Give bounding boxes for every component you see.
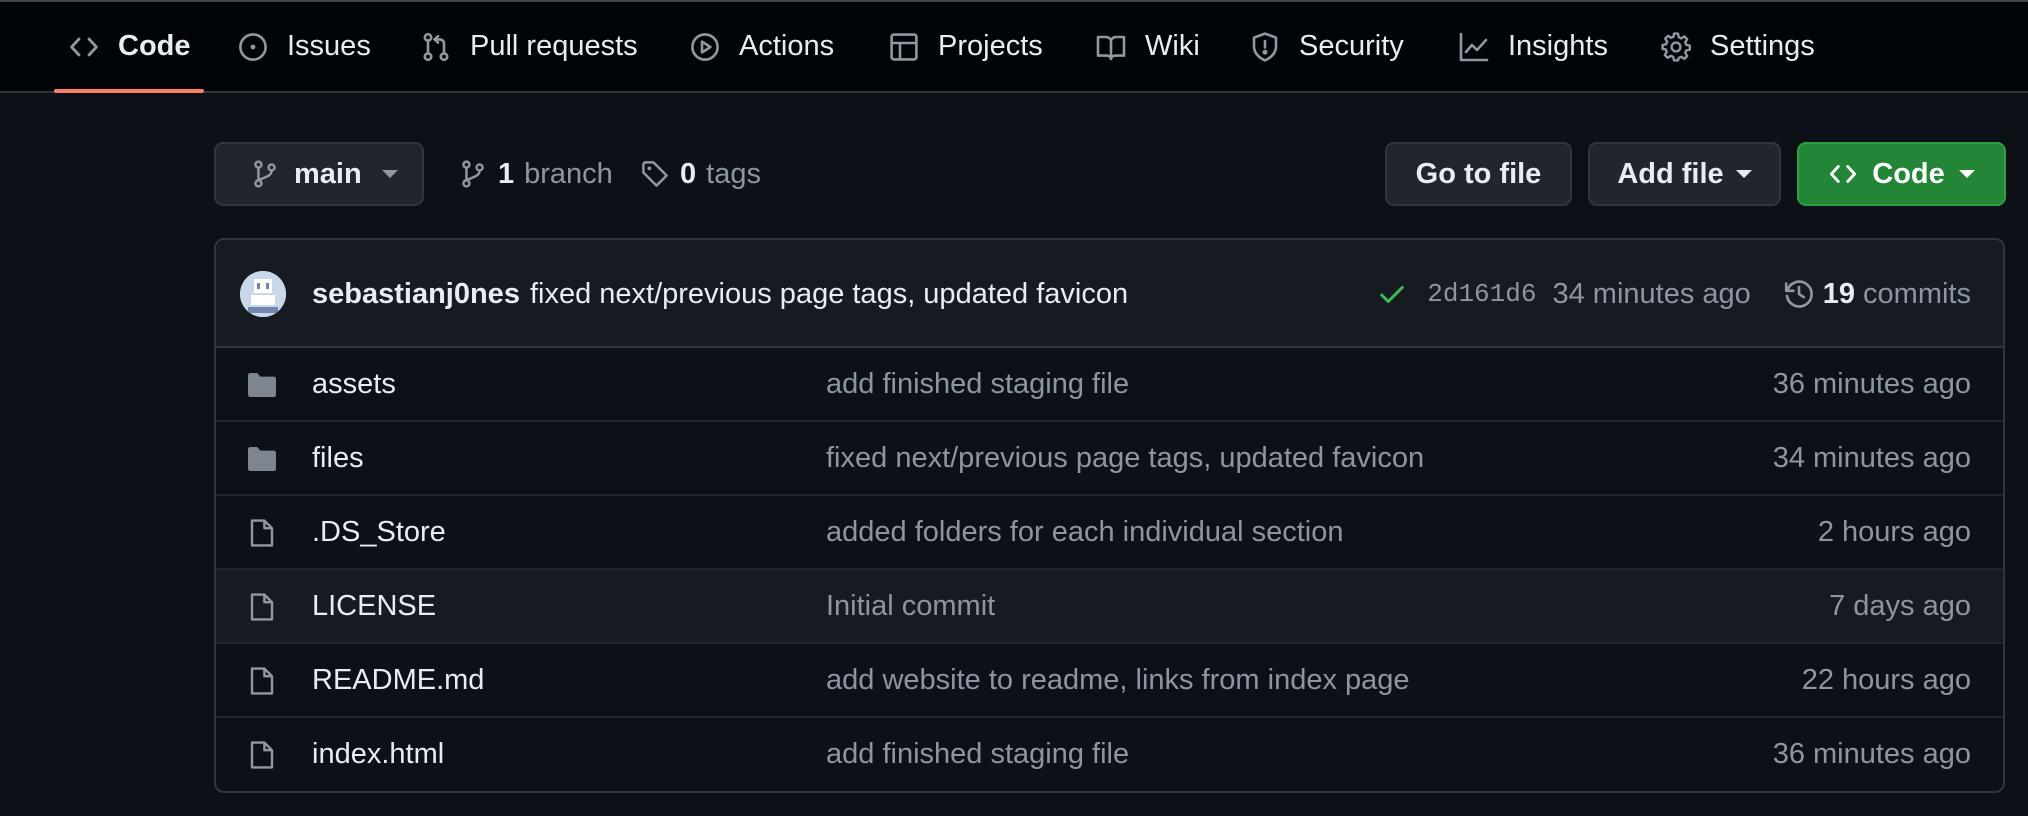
- git-branch-icon: [250, 159, 280, 189]
- latest-commit-meta: 2d161d6 34 minutes ago 19 commits: [1377, 240, 1971, 348]
- graph-icon: [1458, 31, 1490, 63]
- tab-label: Insights: [1508, 30, 1608, 62]
- file-list: assets add finished staging file 36 minu…: [216, 348, 2003, 791]
- tab-label: Issues: [287, 30, 371, 62]
- tag-icon: [640, 159, 670, 189]
- tag-count: 0: [680, 157, 697, 190]
- branches-link[interactable]: 1 branch: [458, 142, 613, 206]
- chevron-down-icon: [1958, 170, 1975, 178]
- repo-nav: Code Issues Pull requests Actions Projec…: [0, 2, 2028, 93]
- chevron-down-icon: [381, 170, 398, 178]
- file-row[interactable]: files fixed next/previous page tags, upd…: [216, 422, 2003, 496]
- tab-label: Projects: [938, 30, 1043, 62]
- commits-history-link[interactable]: 19 commits: [1783, 278, 1971, 311]
- latest-commit-bar: sebastianj0nes fixed next/previous page …: [216, 240, 2003, 348]
- latest-commit-info: sebastianj0nes fixed next/previous page …: [312, 240, 1128, 348]
- tab-insights[interactable]: Insights: [1458, 2, 1608, 91]
- file-commit-time: 2 hours ago: [1817, 516, 1971, 548]
- file-name[interactable]: .DS_Store: [312, 496, 446, 568]
- git-branch-icon: [458, 159, 488, 189]
- branch-count: 1: [498, 157, 515, 190]
- file-commit-message[interactable]: fixed next/previous page tags, updated f…: [826, 422, 1424, 494]
- code-icon: [68, 31, 100, 63]
- book-icon: [1095, 31, 1127, 63]
- file-row[interactable]: .DS_Store added folders for each individ…: [216, 496, 2003, 570]
- commit-message[interactable]: fixed next/previous page tags, updated f…: [530, 278, 1128, 311]
- git-pull-request-icon: [420, 31, 452, 63]
- branch-label: branch: [524, 157, 613, 190]
- commit-time: 34 minutes ago: [1552, 277, 1751, 310]
- file-commit-time: 34 minutes ago: [1772, 442, 1971, 474]
- add-file-button[interactable]: Add file: [1588, 142, 1781, 206]
- tab-label: Code: [118, 30, 191, 62]
- code-icon: [1828, 159, 1858, 189]
- code-dropdown-button[interactable]: Code: [1797, 142, 2006, 206]
- add-file-label: Add file: [1617, 157, 1724, 190]
- file-commit-time: 7 days ago: [1829, 590, 1971, 622]
- file-commit-message[interactable]: added folders for each individual sectio…: [826, 496, 1344, 568]
- tab-code[interactable]: Code: [68, 2, 191, 91]
- file-commit-message[interactable]: add website to readme, links from index …: [826, 644, 1410, 716]
- file-commit-message[interactable]: add finished staging file: [826, 718, 1129, 790]
- file-name[interactable]: LICENSE: [312, 570, 436, 642]
- file-name[interactable]: index.html: [312, 718, 444, 790]
- tab-security[interactable]: Security: [1249, 2, 1404, 91]
- table-icon: [888, 31, 920, 63]
- gear-icon: [1660, 31, 1692, 63]
- file-name[interactable]: assets: [312, 348, 396, 420]
- commit-label: commits: [1863, 277, 1971, 310]
- issue-opened-icon: [237, 31, 269, 63]
- branch-name: main: [294, 157, 362, 190]
- avatar[interactable]: [240, 271, 286, 317]
- file-browser: sebastianj0nes fixed next/previous page …: [214, 238, 2005, 793]
- file-row[interactable]: assets add finished staging file 36 minu…: [216, 348, 2003, 422]
- commit-count: 19: [1822, 277, 1856, 310]
- go-to-file-button[interactable]: Go to file: [1385, 142, 1572, 206]
- check-icon: [1377, 279, 1427, 309]
- file-row[interactable]: LICENSE Initial commit 7 days ago: [216, 570, 2003, 644]
- tab-wiki[interactable]: Wiki: [1095, 2, 1200, 91]
- file-commit-time: 22 hours ago: [1801, 664, 1971, 696]
- file-row[interactable]: README.md add website to readme, links f…: [216, 644, 2003, 718]
- commit-author[interactable]: sebastianj0nes: [312, 278, 520, 311]
- tab-settings[interactable]: Settings: [1660, 2, 1815, 91]
- tab-label: Security: [1299, 30, 1404, 62]
- history-icon: [1783, 278, 1815, 310]
- file-commit-message[interactable]: add finished staging file: [826, 348, 1129, 420]
- file-name[interactable]: files: [312, 422, 364, 494]
- tab-label: Actions: [739, 30, 835, 62]
- file-commit-message[interactable]: Initial commit: [826, 570, 995, 642]
- chevron-down-icon: [1735, 170, 1752, 178]
- tab-projects[interactable]: Projects: [888, 2, 1043, 91]
- tab-actions[interactable]: Actions: [689, 2, 834, 91]
- tag-label: tags: [706, 157, 761, 190]
- tab-label: Pull requests: [470, 30, 638, 62]
- file-commit-time: 36 minutes ago: [1772, 738, 1971, 770]
- tab-label: Settings: [1710, 30, 1815, 62]
- tab-label: Wiki: [1145, 30, 1200, 62]
- tags-link[interactable]: 0 tags: [640, 142, 761, 206]
- commit-sha[interactable]: 2d161d6: [1427, 279, 1536, 309]
- shield-icon: [1249, 31, 1281, 63]
- file-commit-time: 36 minutes ago: [1772, 368, 1971, 400]
- tab-issues[interactable]: Issues: [237, 2, 371, 91]
- play-icon: [689, 31, 721, 63]
- file-row[interactable]: index.html add finished staging file 36 …: [216, 718, 2003, 791]
- active-tab-underline: [54, 89, 204, 93]
- code-button-label: Code: [1872, 157, 1945, 190]
- tab-pull-requests[interactable]: Pull requests: [420, 2, 638, 91]
- file-name[interactable]: README.md: [312, 644, 484, 716]
- branch-select-button[interactable]: main: [214, 142, 424, 206]
